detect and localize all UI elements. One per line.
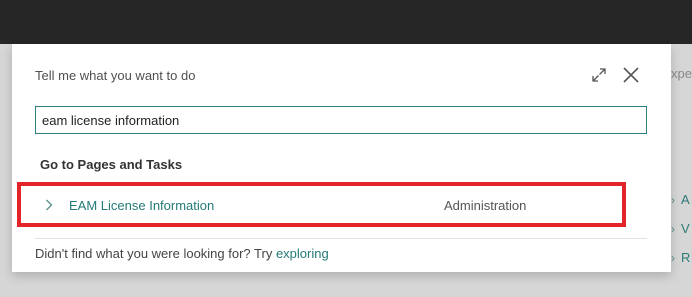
search-input[interactable] bbox=[35, 106, 647, 134]
chevron-right-icon: › bbox=[671, 221, 675, 236]
background-link-label: V bbox=[681, 221, 690, 236]
background-link-2[interactable]: › V bbox=[671, 221, 690, 236]
close-button[interactable] bbox=[621, 65, 641, 85]
top-navigation-bar bbox=[0, 0, 692, 44]
close-icon bbox=[623, 67, 639, 83]
expand-button[interactable] bbox=[589, 65, 609, 85]
exploring-link[interactable]: exploring bbox=[276, 246, 329, 261]
background-link-3[interactable]: › R bbox=[671, 250, 690, 265]
section-heading: Go to Pages and Tasks bbox=[40, 157, 183, 172]
background-link-label: A bbox=[681, 192, 690, 207]
chevron-right-icon: › bbox=[671, 192, 675, 207]
expand-icon bbox=[592, 68, 606, 82]
dialog-title: Tell me what you want to do bbox=[35, 68, 196, 83]
tell-me-dialog: Tell me what you want to do Go to Pages … bbox=[12, 44, 671, 272]
chevron-right-icon bbox=[46, 199, 53, 211]
footer: Didn't find what you were looking for? T… bbox=[35, 246, 329, 261]
chevron-right-icon: › bbox=[671, 250, 675, 265]
divider bbox=[35, 238, 647, 239]
background-link-1[interactable]: › A bbox=[671, 192, 690, 207]
background-partial-text: xpe bbox=[671, 66, 692, 81]
footer-text: Didn't find what you were looking for? T… bbox=[35, 246, 276, 261]
result-category: Administration bbox=[444, 198, 527, 213]
result-item-eam-license-information[interactable]: EAM License Information Administration bbox=[17, 182, 626, 227]
background-link-label: R bbox=[681, 250, 691, 265]
result-label: EAM License Information bbox=[69, 198, 215, 213]
